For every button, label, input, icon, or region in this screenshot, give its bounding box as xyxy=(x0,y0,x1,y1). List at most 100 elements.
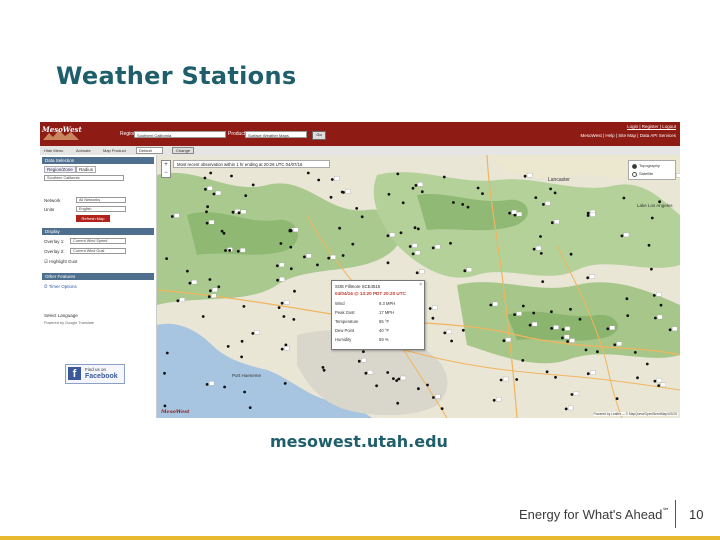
station-marker[interactable] xyxy=(170,215,174,218)
animate-button[interactable]: Animate xyxy=(76,148,91,153)
station-marker[interactable] xyxy=(351,242,355,246)
station-marker[interactable] xyxy=(228,249,231,252)
units-select[interactable]: English xyxy=(76,206,126,212)
station-marker[interactable] xyxy=(322,368,326,372)
hide-menu-button[interactable]: Hide Menu xyxy=(44,148,63,153)
station-marker[interactable] xyxy=(626,314,630,317)
station-marker[interactable] xyxy=(237,211,241,215)
station-marker[interactable] xyxy=(386,371,390,374)
station-value-box[interactable] xyxy=(554,219,560,224)
station-value-box[interactable] xyxy=(419,269,425,274)
overlay1-select[interactable]: Current Wind Speed xyxy=(70,238,126,244)
station-value-box[interactable] xyxy=(417,182,424,187)
station-marker[interactable] xyxy=(554,375,557,379)
station-value-box[interactable] xyxy=(361,358,367,363)
station-marker[interactable] xyxy=(212,192,216,196)
product-select[interactable]: Surface Weather Maps xyxy=(245,131,307,138)
facebook-button[interactable]: f Find us on Facebook xyxy=(65,364,125,384)
station-marker[interactable] xyxy=(426,383,429,387)
station-marker[interactable] xyxy=(375,384,378,388)
station-marker[interactable] xyxy=(528,323,532,327)
station-marker[interactable] xyxy=(586,372,590,376)
station-marker[interactable] xyxy=(306,171,310,175)
station-marker[interactable] xyxy=(596,350,599,354)
station-marker[interactable] xyxy=(561,336,564,340)
station-marker[interactable] xyxy=(578,317,582,321)
station-value-box[interactable] xyxy=(293,227,299,232)
station-value-box[interactable] xyxy=(656,377,663,383)
station-value-box[interactable] xyxy=(545,201,551,206)
station-marker[interactable] xyxy=(534,196,538,199)
station-marker[interactable] xyxy=(362,350,365,353)
station-marker[interactable] xyxy=(553,191,557,195)
station-marker[interactable] xyxy=(165,351,169,355)
station-marker[interactable] xyxy=(292,318,296,321)
station-marker[interactable] xyxy=(431,246,435,250)
station-marker[interactable] xyxy=(420,190,424,194)
station-marker[interactable] xyxy=(280,301,284,305)
network-select[interactable]: All Networks xyxy=(76,197,126,203)
station-value-box[interactable] xyxy=(526,173,533,178)
login-links[interactable]: Login | Register | Logout xyxy=(627,124,676,129)
station-marker[interactable] xyxy=(613,343,617,347)
station-marker[interactable] xyxy=(466,205,470,209)
station-marker[interactable] xyxy=(499,378,503,382)
station-marker[interactable] xyxy=(317,178,321,182)
station-value-box[interactable] xyxy=(240,209,247,214)
station-marker[interactable] xyxy=(545,370,549,374)
station-marker[interactable] xyxy=(230,174,233,178)
station-marker[interactable] xyxy=(251,332,255,335)
map-attribution[interactable]: Powered by Leaflet — © MapQuest/OpenStre… xyxy=(592,412,678,416)
station-marker[interactable] xyxy=(415,271,419,275)
station-marker[interactable] xyxy=(275,264,279,268)
station-value-box[interactable] xyxy=(676,173,680,178)
station-value-box[interactable] xyxy=(657,314,663,320)
station-marker[interactable] xyxy=(570,393,574,396)
station-marker[interactable] xyxy=(622,196,626,200)
station-marker[interactable] xyxy=(508,211,511,215)
overlay2-select[interactable]: Current Wind Gust xyxy=(70,248,126,254)
station-marker[interactable] xyxy=(220,229,224,233)
station-value-box[interactable] xyxy=(590,370,596,375)
station-value-box[interactable] xyxy=(492,301,498,307)
station-marker[interactable] xyxy=(279,242,283,245)
station-marker[interactable] xyxy=(620,234,624,238)
station-marker[interactable] xyxy=(566,340,569,343)
region-select[interactable]: Southern California xyxy=(134,131,226,138)
station-marker[interactable] xyxy=(399,231,403,235)
station-value-box[interactable] xyxy=(502,376,509,382)
station-marker[interactable] xyxy=(550,221,554,225)
station-marker[interactable] xyxy=(341,254,345,257)
station-value-box[interactable] xyxy=(516,211,523,217)
station-value-box[interactable] xyxy=(564,334,570,340)
station-marker[interactable] xyxy=(411,186,415,190)
station-marker[interactable] xyxy=(633,351,637,354)
station-value-box[interactable] xyxy=(279,262,285,267)
station-marker[interactable] xyxy=(492,398,496,402)
station-marker[interactable] xyxy=(476,186,480,190)
map-product-select[interactable]: Default xyxy=(136,147,163,154)
station-value-box[interactable] xyxy=(334,176,340,181)
station-marker[interactable] xyxy=(293,289,296,293)
station-marker[interactable] xyxy=(569,307,572,311)
station-marker[interactable] xyxy=(206,205,209,209)
zoom-control[interactable]: + − xyxy=(161,160,171,178)
station-value-box[interactable] xyxy=(215,190,222,196)
station-marker[interactable] xyxy=(176,299,180,303)
station-marker[interactable] xyxy=(413,226,417,230)
station-marker[interactable] xyxy=(442,175,446,179)
station-marker[interactable] xyxy=(207,295,211,299)
station-value-box[interactable] xyxy=(240,248,246,253)
station-marker[interactable] xyxy=(204,187,207,191)
station-marker[interactable] xyxy=(489,303,493,307)
station-marker[interactable] xyxy=(653,379,657,383)
station-value-box[interactable] xyxy=(511,209,517,215)
station-value-box[interactable] xyxy=(345,189,351,194)
station-value-box[interactable] xyxy=(531,321,538,327)
app-logo[interactable]: MesoWest xyxy=(42,125,82,134)
highlight-gust-checkbox[interactable]: ☑ Highlight Gust xyxy=(44,259,78,265)
station-marker[interactable] xyxy=(668,328,672,332)
station-marker[interactable] xyxy=(163,404,167,408)
station-marker[interactable] xyxy=(513,313,516,316)
station-marker[interactable] xyxy=(652,294,656,297)
